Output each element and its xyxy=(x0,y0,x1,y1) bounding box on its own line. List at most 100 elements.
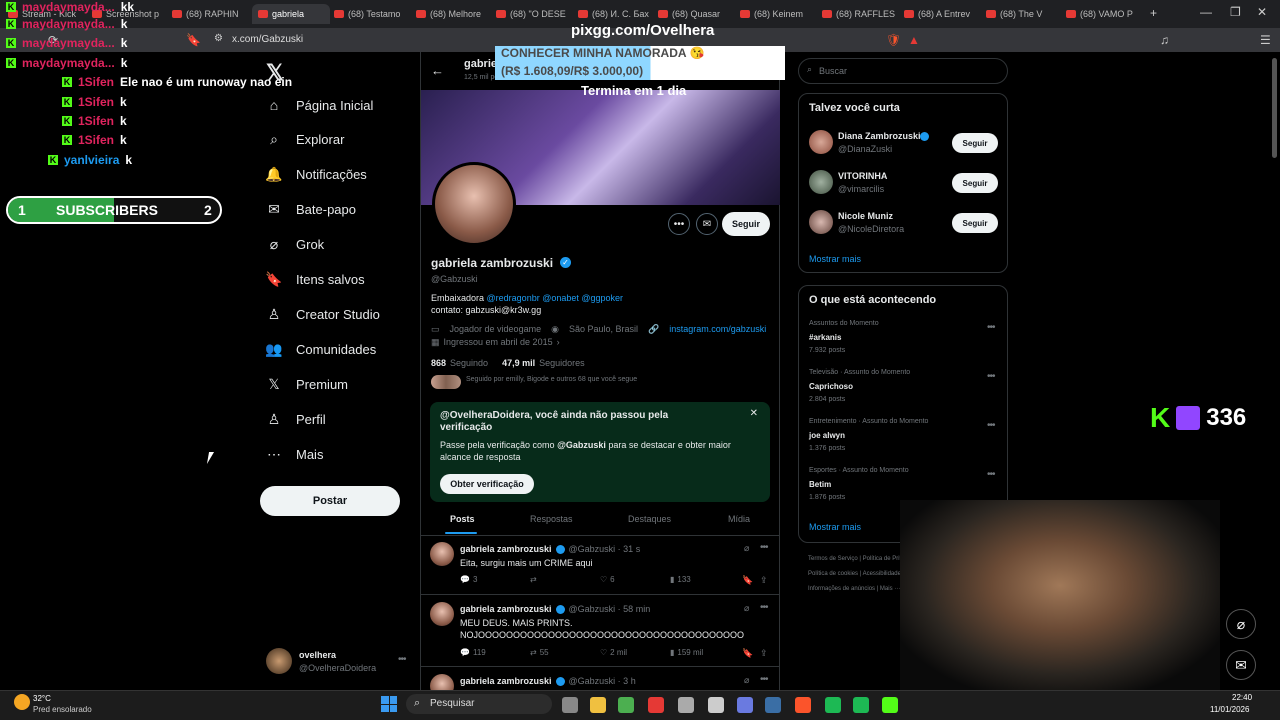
trend-name[interactable]: Caprichoso xyxy=(809,382,853,391)
suggestion-name[interactable]: VITORINHA xyxy=(838,171,887,181)
brave-shield-icon[interactable]: 🛡 xyxy=(886,33,901,47)
suggestions-show-more[interactable]: Mostrar mais xyxy=(809,254,861,264)
sidebar-item-mais[interactable]: ⋯ Mais xyxy=(266,446,323,462)
brave-icon[interactable] xyxy=(795,697,811,713)
tweet-avatar[interactable] xyxy=(430,602,454,626)
bookmark-icon[interactable]: 🔖 xyxy=(742,648,753,659)
following-count[interactable]: 868 xyxy=(431,358,446,368)
browser-tab[interactable]: gabriela xyxy=(252,4,330,24)
start-icon[interactable] xyxy=(381,696,397,712)
tweet-more-icon[interactable]: ••• xyxy=(760,674,768,685)
suggestion-follow-button[interactable]: Seguir xyxy=(952,213,998,233)
reply-action[interactable]: 💬 3 xyxy=(460,575,477,584)
follow-button[interactable]: Seguir xyxy=(722,212,770,236)
clock-date[interactable]: 11/01/2026 xyxy=(1210,705,1249,714)
sidebar-item-premium[interactable]: 𝕏 Premium xyxy=(266,376,348,392)
trend-name[interactable]: Betim xyxy=(809,480,831,489)
suggestion-avatar[interactable] xyxy=(809,170,833,194)
brave-rewards-icon[interactable]: ▲ xyxy=(908,33,920,47)
sidebar-item-p-gina-inicial[interactable]: ⌂ Página Inicial xyxy=(266,97,374,113)
suggestion-name[interactable]: Diana Zambrozuski xyxy=(838,131,921,141)
trend-name[interactable]: joe alwyn xyxy=(809,431,845,440)
tab-respostas[interactable]: Respostas xyxy=(530,514,573,524)
minimize-icon[interactable]: — xyxy=(1200,5,1212,19)
bio-links[interactable]: @redragonbr @onabet @ggpoker xyxy=(487,293,624,303)
retweet-action[interactable]: ⇄ xyxy=(530,575,540,584)
menu-icon[interactable]: ☰ xyxy=(1260,33,1271,47)
messages-float-icon[interactable]: ✉ xyxy=(1226,650,1256,680)
suggestion-avatar[interactable] xyxy=(809,130,833,154)
profile-avatar[interactable] xyxy=(432,162,516,246)
sidebar-item-comunidades[interactable]: 👥 Comunidades xyxy=(265,341,376,357)
profile-website[interactable]: instagram.com/gabzuski xyxy=(669,324,766,335)
sidebar-item-creator-studio[interactable]: ♙ Creator Studio xyxy=(266,306,380,322)
message-icon[interactable]: ✉ xyxy=(696,213,718,235)
browser-tab[interactable]: (68) VAMO P xyxy=(1066,4,1144,24)
browser-tab[interactable]: (68) RAPHIN xyxy=(172,4,250,24)
browser-tab[interactable]: (68) RAFFLES xyxy=(822,4,900,24)
like-action[interactable]: ♡ 6 xyxy=(600,575,615,584)
trend-more-icon[interactable]: ••• xyxy=(987,420,995,431)
app-icon[interactable] xyxy=(678,697,694,713)
followers-count[interactable]: 47,9 mil xyxy=(502,358,535,368)
suggestion-follow-button[interactable]: Seguir xyxy=(952,133,998,153)
browser-tab[interactable]: (68) Quasar xyxy=(658,4,736,24)
spotify2-icon[interactable] xyxy=(853,697,869,713)
bookmark-page-icon[interactable]: 🔖 xyxy=(186,33,201,47)
trend-more-icon[interactable]: ••• xyxy=(987,469,995,480)
trend-name[interactable]: #arkanis xyxy=(809,333,841,342)
like-action[interactable]: ♡ 2 mil xyxy=(600,648,627,657)
following-label[interactable]: Seguindo xyxy=(450,358,488,368)
grok-float-icon[interactable]: ⌀ xyxy=(1226,609,1256,639)
weather-temp[interactable]: 32°C xyxy=(33,694,51,703)
suggestion-follow-button[interactable]: Seguir xyxy=(952,173,998,193)
tweet-author[interactable]: gabriela zambrozuski xyxy=(460,544,552,554)
back-arrow-icon[interactable]: ← xyxy=(431,63,444,78)
followed-by-text[interactable]: Seguido por emilly, Bigode e outros 68 q… xyxy=(466,376,637,383)
taskbar-search[interactable]: Pesquisar xyxy=(406,694,552,714)
tweet-avatar[interactable] xyxy=(430,542,454,566)
bookmark-icon[interactable]: 🔖 xyxy=(742,575,753,586)
followers-label[interactable]: Seguidores xyxy=(539,358,585,368)
share-icon[interactable]: ⇪ xyxy=(760,648,768,659)
close-window-icon[interactable]: ✕ xyxy=(1257,5,1267,19)
maximize-icon[interactable]: ❐ xyxy=(1230,5,1241,19)
browser-tab[interactable]: (68) The V xyxy=(986,4,1064,24)
footer-line-2[interactable]: Política de cookies | Acessibilidade | xyxy=(808,571,904,577)
account-more-icon[interactable]: ••• xyxy=(398,654,406,665)
trend-more-icon[interactable]: ••• xyxy=(987,322,995,333)
tweet-more-icon[interactable]: ••• xyxy=(760,602,768,613)
app3-icon[interactable] xyxy=(737,697,753,713)
browser-tab[interactable]: (68) Melhore xyxy=(416,4,494,24)
grok-explain-icon[interactable]: ⌀ xyxy=(744,543,749,554)
browser-tab[interactable]: (68) A Entrev xyxy=(904,4,982,24)
search-input[interactable]: Buscar xyxy=(798,58,1008,84)
file-explorer-icon[interactable] xyxy=(590,697,606,713)
close-icon[interactable]: ✕ xyxy=(750,408,758,419)
x-logo-icon[interactable]: 𝕏 xyxy=(266,60,284,86)
tweet-more-icon[interactable]: ••• xyxy=(760,542,768,553)
get-verified-button[interactable]: Obter verificação xyxy=(440,474,534,494)
tab-posts[interactable]: Posts xyxy=(450,514,475,524)
grok-explain-icon[interactable]: ⌀ xyxy=(744,603,749,614)
browser-tab[interactable]: (68) Testamo xyxy=(334,4,412,24)
kick-app-icon[interactable] xyxy=(882,697,898,713)
tweet-author[interactable]: gabriela zambrozuski xyxy=(460,604,552,614)
reply-action[interactable]: 💬 119 xyxy=(460,648,486,657)
browser-tab[interactable]: (68) И. С. Бах xyxy=(578,4,656,24)
sidebar-item-itens-salvos[interactable]: 🔖 Itens salvos xyxy=(265,271,364,288)
browser-tab[interactable]: (68) "O DESE xyxy=(496,4,574,24)
suggestion-avatar[interactable] xyxy=(809,210,833,234)
sidebar-item-grok[interactable]: ⌀ Grok xyxy=(266,236,324,253)
share-icon[interactable]: ⇪ xyxy=(760,575,768,586)
tweet-author[interactable]: gabriela zambrozuski xyxy=(460,676,552,686)
spotify-icon[interactable] xyxy=(825,697,841,713)
app2-icon[interactable] xyxy=(708,697,724,713)
page-scrollbar[interactable] xyxy=(1272,58,1277,158)
suggestion-name[interactable]: Nicole Muniz xyxy=(838,211,893,221)
tab-mídia[interactable]: Mídia xyxy=(728,514,750,524)
sidebar-item-bate-papo[interactable]: ✉ Bate-papo xyxy=(266,201,356,218)
trend-more-icon[interactable]: ••• xyxy=(987,371,995,382)
retweet-action[interactable]: ⇄ 55 xyxy=(530,648,549,657)
steam-icon[interactable] xyxy=(765,697,781,713)
